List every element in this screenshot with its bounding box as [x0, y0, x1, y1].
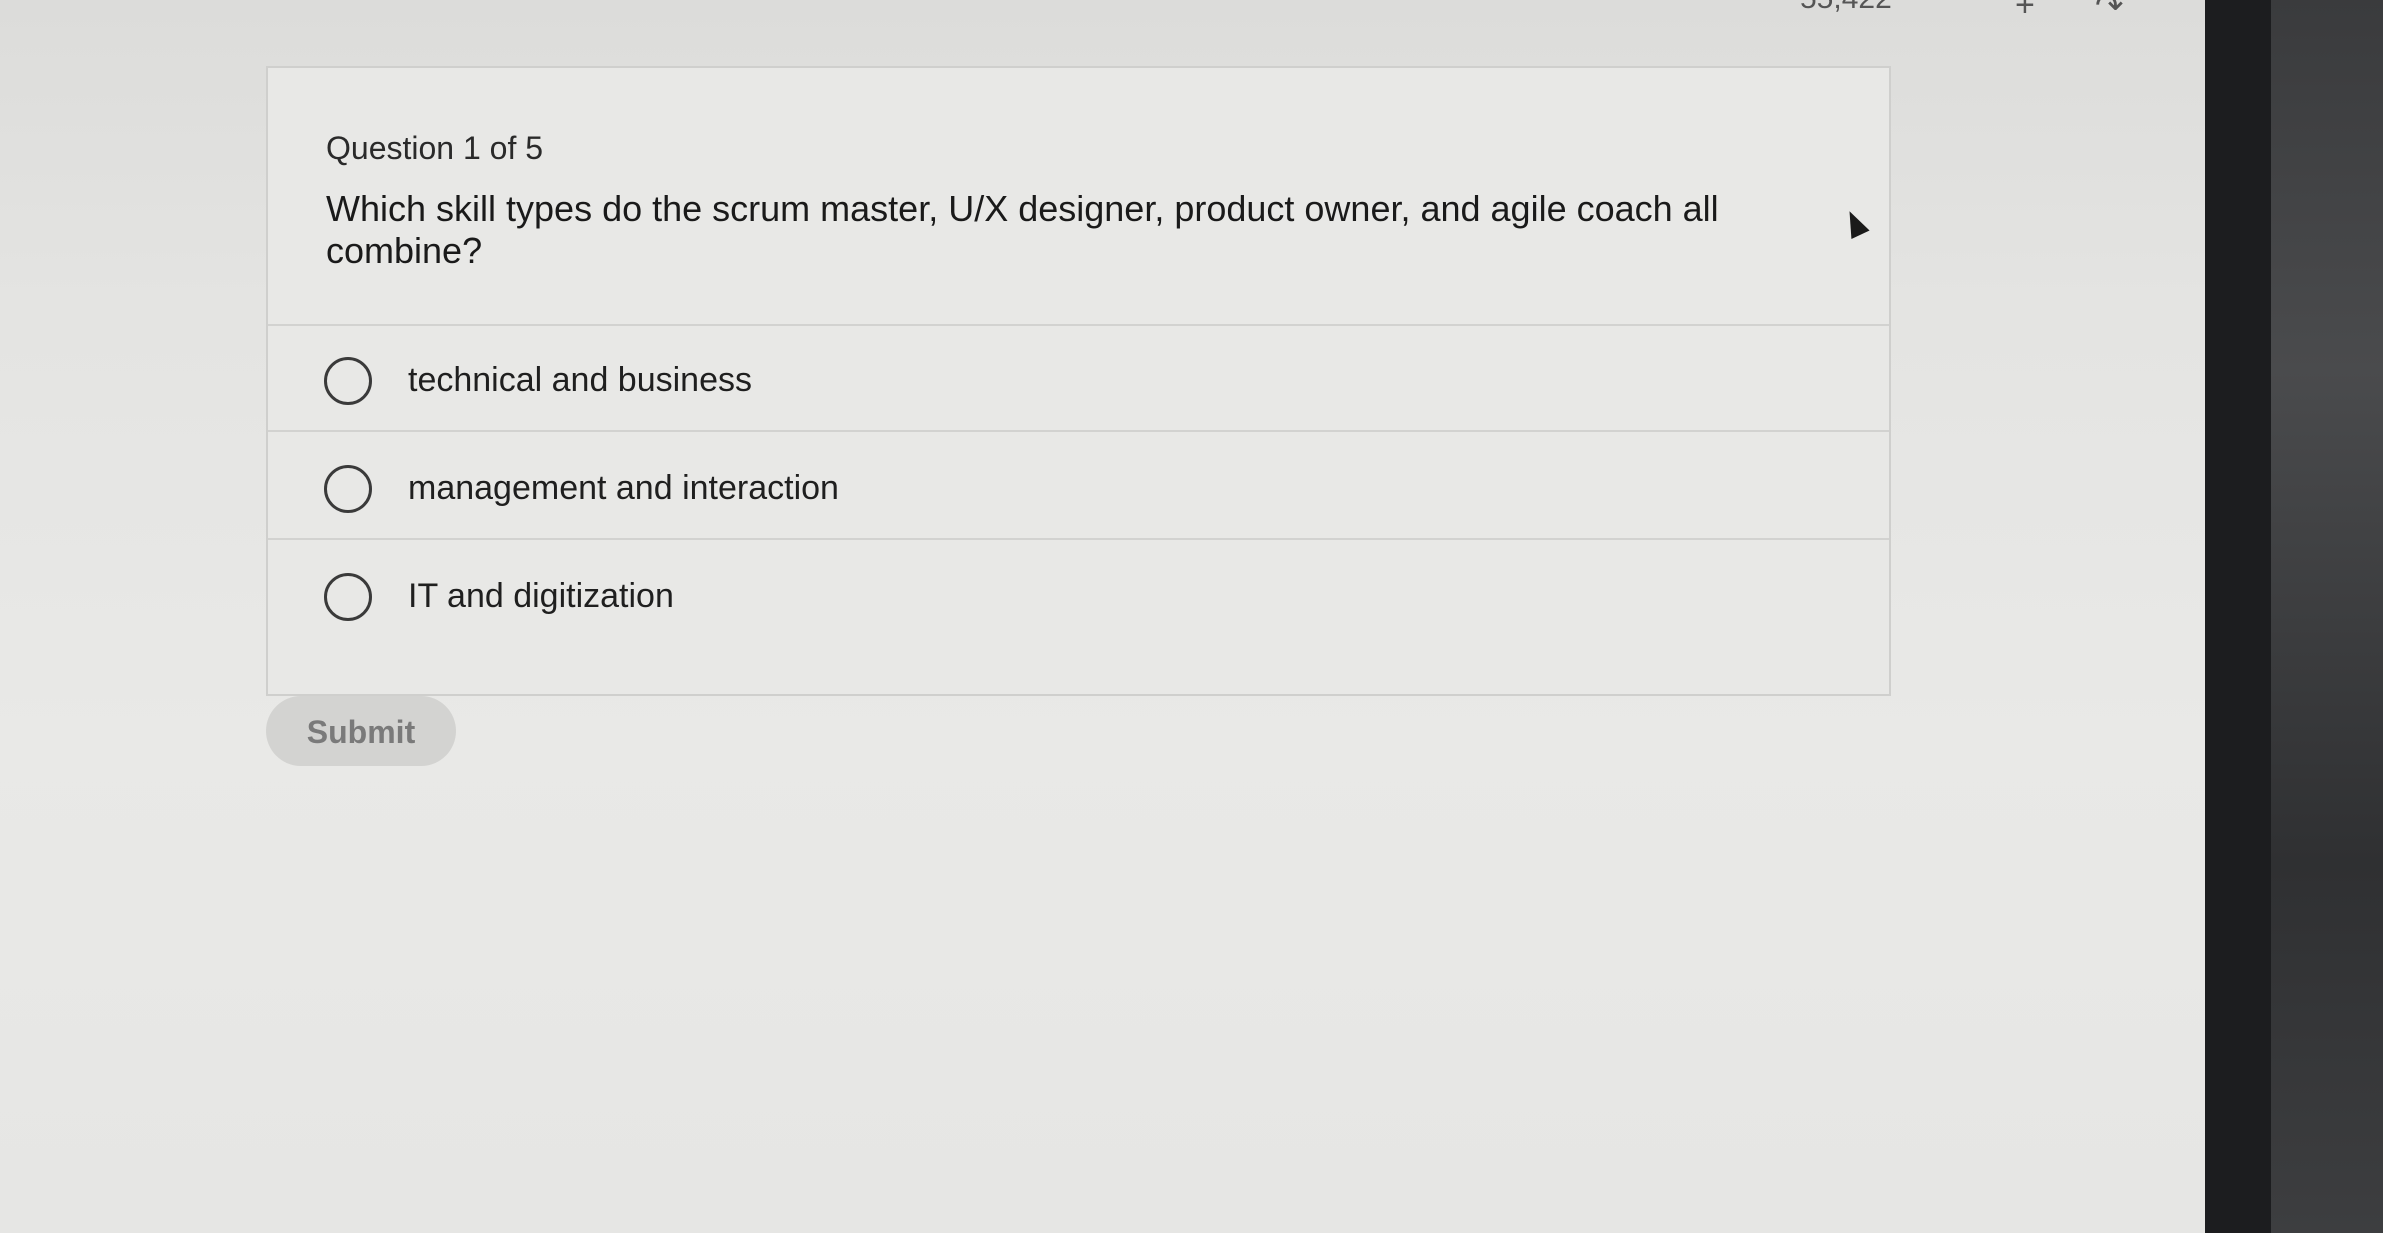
count-label: 55,422 [1800, 0, 1892, 16]
redo-icon[interactable]: ↷ [2095, 0, 2124, 26]
radio-button[interactable] [324, 573, 372, 621]
answer-option-label: IT and digitization [408, 577, 674, 615]
top-toolbar: 55,422 + ↷ [1760, 0, 2200, 25]
screen: 55,422 + ↷ Question 1 of 5 Which skill t… [0, 0, 2205, 1233]
answer-option-it-digitization[interactable]: IT and digitization [268, 540, 1889, 648]
question-header: Question 1 of 5 Which skill types do the… [268, 68, 1889, 326]
question-text: Which skill types do the scrum master, U… [326, 188, 1719, 271]
background-surface [2271, 0, 2383, 1233]
answer-option-technical-business[interactable]: technical and business [268, 324, 1889, 432]
answer-option-label: technical and business [408, 361, 753, 399]
answer-option-label: management and interaction [408, 469, 839, 507]
monitor-bezel [2205, 0, 2271, 1233]
question-card: Question 1 of 5 Which skill types do the… [266, 66, 1891, 696]
question-counter: Question 1 of 5 [326, 130, 544, 166]
radio-button[interactable] [324, 357, 372, 405]
submit-button[interactable]: Submit [266, 696, 456, 766]
answer-option-management-interaction[interactable]: management and interaction [268, 432, 1889, 540]
plus-icon[interactable]: + [2015, 0, 2035, 25]
radio-button[interactable] [324, 465, 372, 513]
